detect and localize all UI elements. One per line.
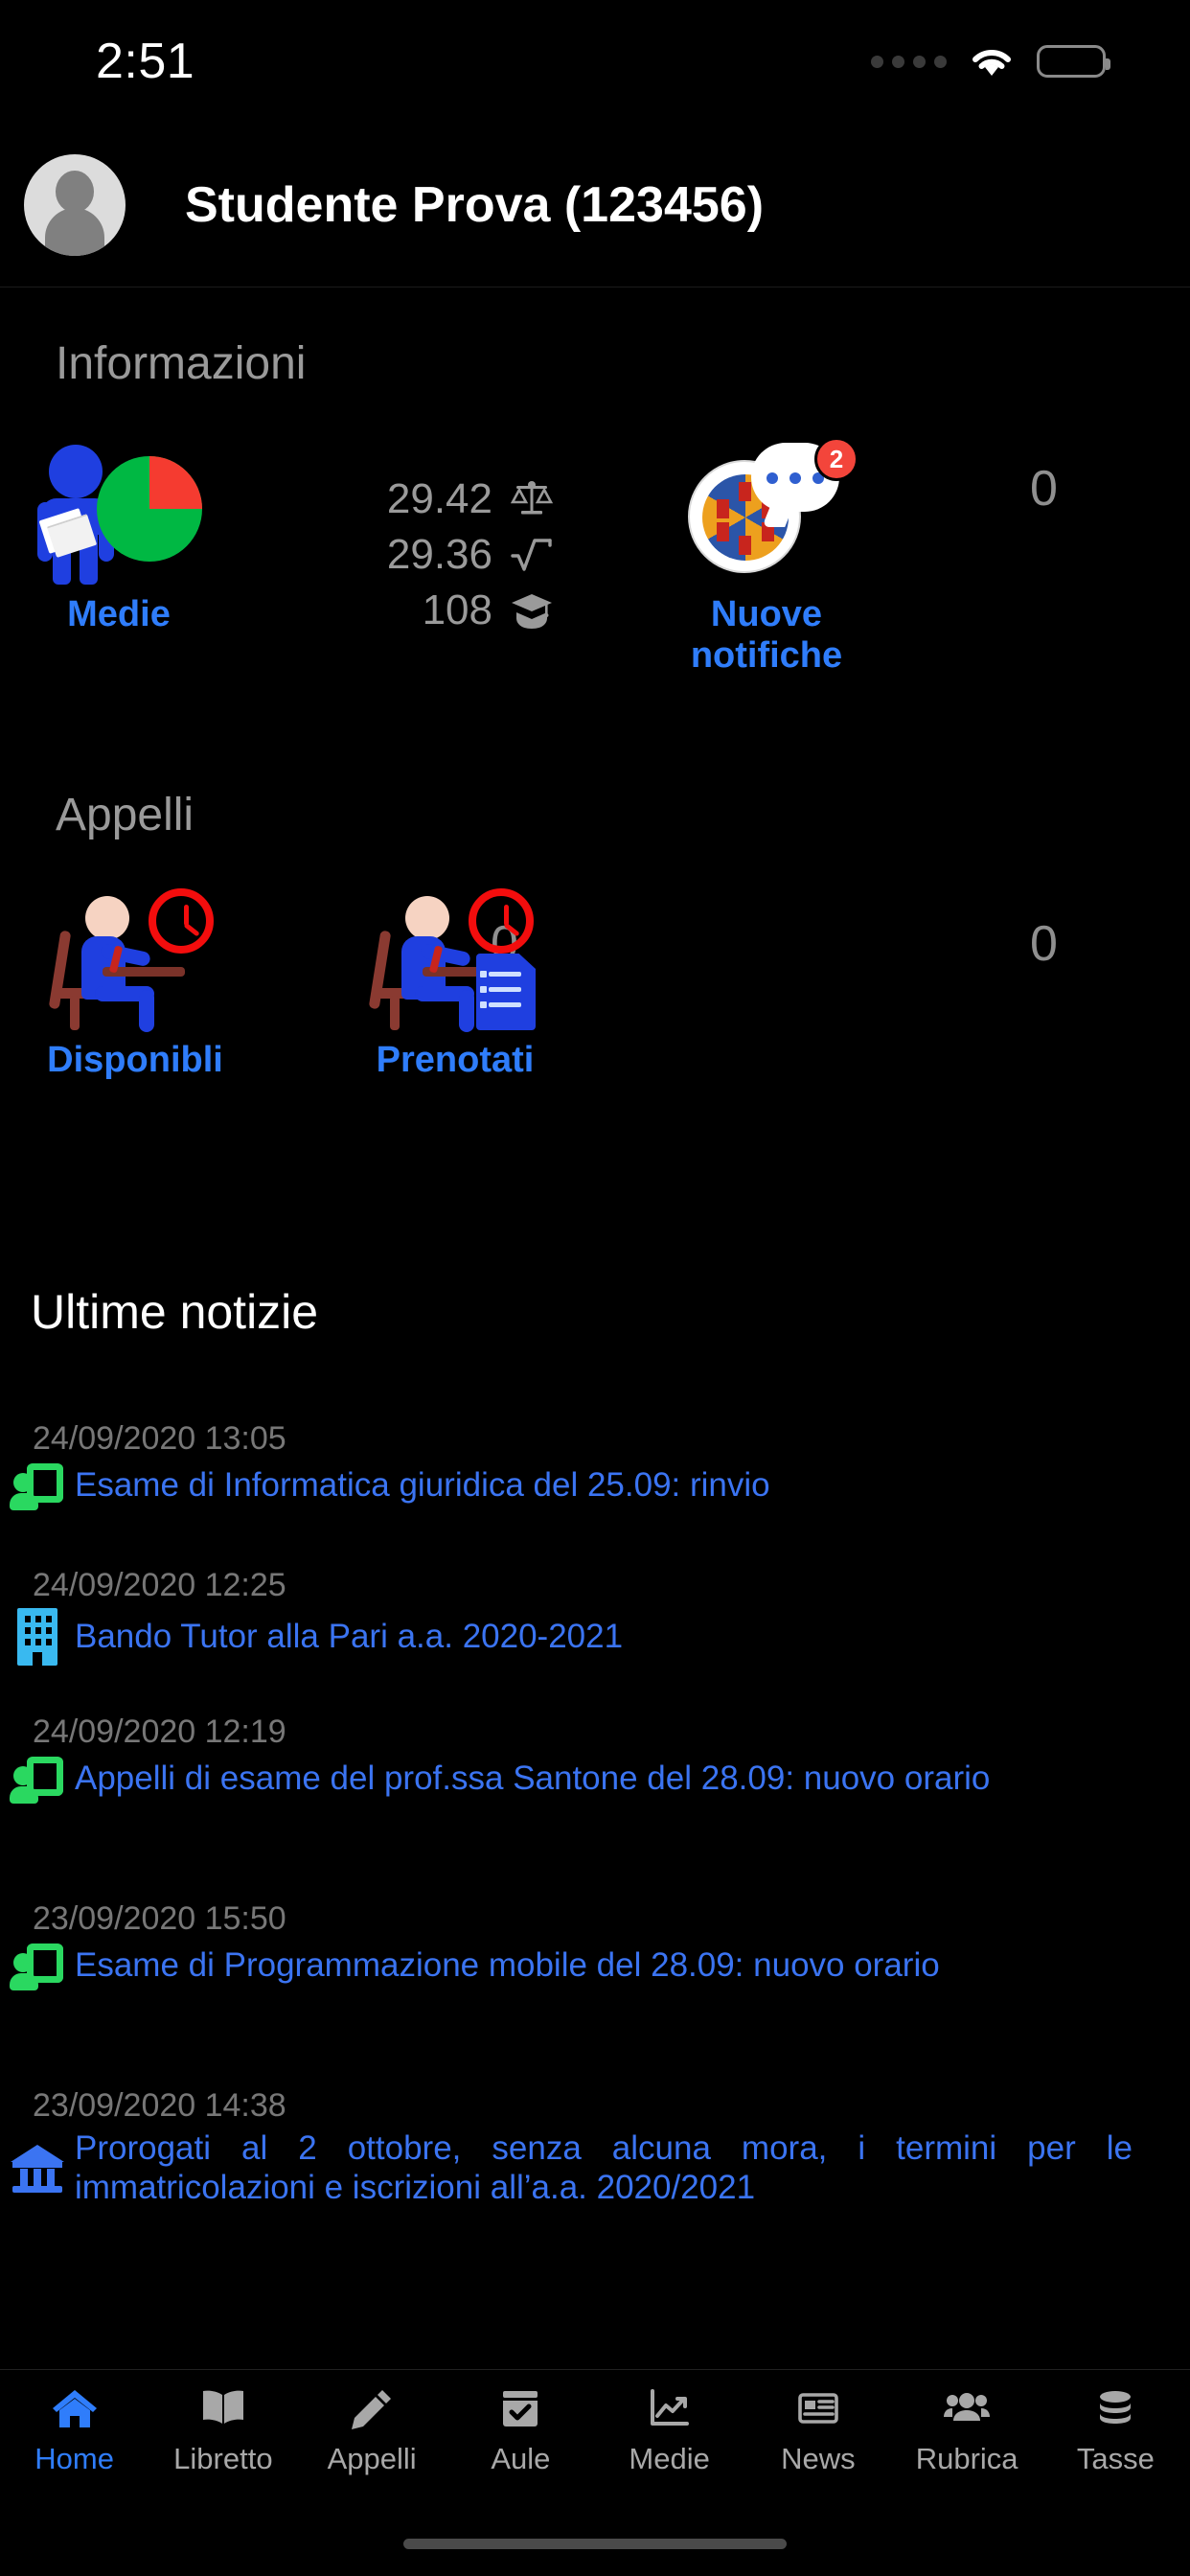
tile-medie-label: Medie <box>67 594 171 634</box>
calendar-check-icon <box>497 2383 543 2433</box>
bottom-tab-bar: Home Libretto Appelli Aule Medie News Ru… <box>0 2369 1190 2503</box>
tab-rubrica-label: Rubrica <box>915 2442 1018 2475</box>
status-bar: 2:51 <box>0 0 1190 123</box>
news-title[interactable]: Bando Tutor alla Pari a.a. 2020-2021 <box>75 1617 1190 1656</box>
tile-notifiche-label: Nuove notifiche <box>690 594 843 676</box>
notifiche-count: 0 <box>1030 461 1058 517</box>
chart-line-icon <box>647 2383 693 2433</box>
news-item[interactable]: 23/09/2020 14:38 Prorogati al 2 ottobre,… <box>0 2087 1190 2208</box>
tile-appelli-disponibili[interactable]: Disponibli <box>25 888 245 1081</box>
stat-value: 29.42 <box>386 475 492 522</box>
battery-full-icon <box>1037 45 1110 78</box>
teaching-screen-icon <box>0 1942 75 1990</box>
section-title-ultime-notizie: Ultime notizie <box>31 1285 319 1339</box>
news-date: 24/09/2020 12:19 <box>33 1714 286 1750</box>
status-indicators <box>871 45 1110 78</box>
stat-value: 29.36 <box>386 531 492 578</box>
section-title-informazioni: Informazioni <box>56 338 307 389</box>
tab-medie-label: Medie <box>629 2442 710 2475</box>
building-icon <box>0 1608 75 1666</box>
news-date: 24/09/2020 12:25 <box>33 1567 286 1603</box>
stat-value: 108 <box>422 586 492 633</box>
tile-medie[interactable]: Medie <box>0 445 238 635</box>
home-icon <box>52 2383 98 2433</box>
tab-home[interactable]: Home <box>0 2383 149 2476</box>
tile-disponibili-label: Disponibli <box>47 1040 223 1080</box>
person-pie-chart-icon <box>0 445 238 585</box>
signal-dots-icon <box>871 55 947 68</box>
tab-news[interactable]: News <box>744 2383 892 2476</box>
tab-appelli-label: Appelli <box>327 2442 417 2475</box>
tab-aule[interactable]: Aule <box>446 2383 595 2476</box>
book-icon <box>200 2383 246 2433</box>
coins-icon <box>1092 2383 1138 2433</box>
news-title[interactable]: Esame di Programmazione mobile del 28.09… <box>75 1945 1190 1985</box>
avatar[interactable] <box>24 153 126 256</box>
news-item[interactable]: 23/09/2020 15:50 Esame di Programmazione… <box>0 1900 1190 1990</box>
institution-bank-icon <box>0 2141 75 2195</box>
notification-badge: 2 <box>814 437 858 481</box>
section-title-appelli: Appelli <box>56 790 195 840</box>
graduation-cap-icon <box>508 587 556 633</box>
medie-stats: 29.42 29.36 108 <box>287 472 556 638</box>
pencil-icon <box>349 2383 395 2433</box>
tab-tasse[interactable]: Tasse <box>1041 2383 1190 2476</box>
news-item[interactable]: 24/09/2020 13:05 Esame di Informatica gi… <box>0 1420 1190 1510</box>
news-date: 24/09/2020 13:05 <box>33 1420 286 1457</box>
stat-row: 29.42 <box>287 472 556 527</box>
news-date: 23/09/2020 14:38 <box>33 2087 286 2124</box>
status-time: 2:51 <box>96 34 195 89</box>
news-title[interactable]: Appelli di esame del prof.ssa Santone de… <box>75 1759 1190 1798</box>
tab-aule-label: Aule <box>491 2442 551 2475</box>
teaching-screen-icon <box>0 1755 75 1804</box>
tab-news-label: News <box>781 2442 856 2475</box>
newspaper-icon <box>795 2383 841 2433</box>
stat-row: 108 <box>287 583 556 638</box>
people-icon <box>944 2383 991 2433</box>
news-item[interactable]: 24/09/2020 12:25 Bando Tutor alla Pari a… <box>0 1567 1190 1666</box>
prenotati-count: 0 <box>1030 916 1058 972</box>
tab-rubrica[interactable]: Rubrica <box>893 2383 1041 2476</box>
tab-libretto-label: Libretto <box>173 2442 273 2475</box>
page-title: Studente Prova (123456) <box>185 176 765 233</box>
stat-row: 29.36 <box>287 527 556 583</box>
news-title[interactable]: Esame di Informatica giuridica del 25.09… <box>75 1465 1190 1505</box>
wifi-icon <box>970 45 1014 78</box>
tab-tasse-label: Tasse <box>1076 2442 1155 2475</box>
balance-scale-icon <box>508 476 556 522</box>
tab-medie[interactable]: Medie <box>595 2383 744 2476</box>
news-date: 23/09/2020 15:50 <box>33 1900 286 1937</box>
tile-prenotati-label: Prenotati <box>376 1040 535 1080</box>
square-root-icon <box>508 532 556 578</box>
university-seal-chat-icon: 2 <box>632 437 901 585</box>
tile-appelli-prenotati[interactable]: Prenotati <box>345 888 565 1081</box>
tab-appelli[interactable]: Appelli <box>298 2383 446 2476</box>
tab-home-label: Home <box>34 2442 114 2475</box>
app-header: Studente Prova (123456) <box>0 123 1190 288</box>
news-title[interactable]: Prorogati al 2 ottobre, senza alcuna mor… <box>75 2128 1190 2208</box>
home-indicator[interactable] <box>403 2539 787 2549</box>
tile-nuove-notifiche[interactable]: 2 Nuove notifiche <box>632 437 901 677</box>
tab-libretto[interactable]: Libretto <box>149 2383 297 2476</box>
teaching-screen-icon <box>0 1461 75 1510</box>
student-desk-clock-document-icon <box>345 888 565 1032</box>
student-desk-clock-icon <box>25 888 245 1032</box>
news-item[interactable]: 24/09/2020 12:19 Appelli di esame del pr… <box>0 1714 1190 1804</box>
